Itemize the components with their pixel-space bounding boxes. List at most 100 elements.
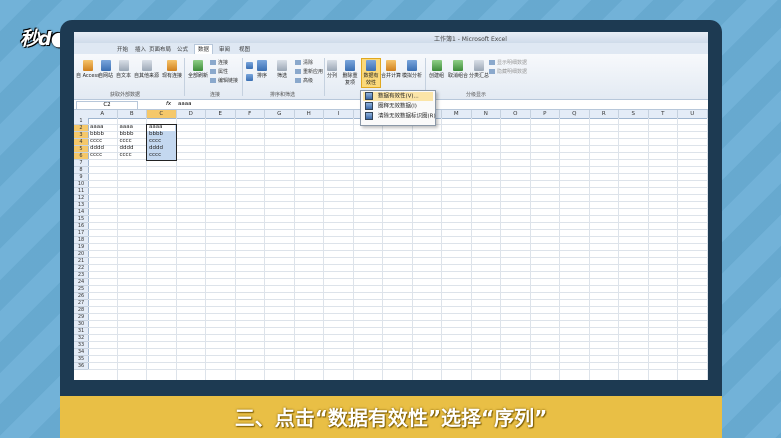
what-if-analysis-button[interactable]: 模拟分析 — [402, 60, 422, 79]
menu-item-data-validation[interactable]: 数据有效性(V)... — [363, 92, 433, 101]
row-header[interactable]: 2 — [74, 125, 89, 132]
column-header-p[interactable]: P — [530, 110, 560, 119]
tab-page-layout[interactable]: 页面布局 — [146, 45, 174, 53]
menu-item-circle-invalid[interactable]: 圈释无效数据(I) — [363, 102, 433, 111]
row-header[interactable]: 21 — [74, 258, 89, 265]
sort-za-button[interactable] — [246, 74, 253, 82]
cell[interactable]: bbbb — [147, 131, 176, 138]
row-header[interactable]: 15 — [74, 216, 89, 223]
cell[interactable]: aaaa — [88, 124, 117, 131]
row-header[interactable]: 36 — [74, 363, 89, 370]
row-header[interactable]: 3 — [74, 132, 89, 139]
row-header[interactable]: 13 — [74, 202, 89, 209]
row-header[interactable]: 34 — [74, 349, 89, 356]
cell[interactable]: cccc — [88, 152, 117, 159]
column-header-r[interactable]: R — [589, 110, 619, 119]
row-header[interactable]: 6 — [74, 153, 89, 160]
text-to-columns-button[interactable]: 分列 — [327, 60, 337, 79]
row-header[interactable]: 20 — [74, 251, 89, 258]
row-header[interactable]: 17 — [74, 230, 89, 237]
ungroup-button[interactable]: 取消组合 — [448, 60, 468, 79]
existing-connections-button[interactable]: 现有连接 — [162, 60, 182, 79]
row-header[interactable]: 23 — [74, 272, 89, 279]
column-header-u[interactable]: U — [678, 110, 708, 119]
sort-button[interactable]: 排序 — [257, 60, 267, 79]
row-header[interactable]: 18 — [74, 237, 89, 244]
column-header-n[interactable]: N — [471, 110, 501, 119]
from-text-button[interactable]: 自文本 — [116, 60, 131, 79]
hide-detail-button[interactable]: 隐藏明细数据 — [489, 68, 527, 75]
row-header[interactable]: 10 — [74, 181, 89, 188]
properties-button[interactable]: 属性 — [210, 68, 228, 75]
subtotal-button[interactable]: 分类汇总 — [469, 60, 489, 79]
cell[interactable]: aaaa — [118, 124, 147, 131]
column-header-i[interactable]: I — [324, 110, 354, 119]
column-header-e[interactable]: E — [206, 110, 236, 119]
cell[interactable]: cccc — [88, 138, 117, 145]
tab-home[interactable]: 开始 — [114, 45, 131, 53]
filter-button[interactable]: 筛选 — [277, 60, 287, 79]
column-header-c[interactable]: C — [147, 110, 177, 119]
row-header[interactable]: 7 — [74, 160, 89, 167]
formula-input[interactable]: aaaa — [178, 101, 191, 107]
sort-az-button[interactable] — [246, 62, 253, 70]
row-header[interactable]: 11 — [74, 188, 89, 195]
row-header[interactable]: 26 — [74, 293, 89, 300]
row-header[interactable]: 4 — [74, 139, 89, 146]
edit-links-button[interactable]: 编辑链接 — [210, 77, 238, 84]
row-header[interactable]: 8 — [74, 167, 89, 174]
row-header[interactable]: 31 — [74, 328, 89, 335]
tab-review[interactable]: 审阅 — [216, 45, 233, 53]
row-header[interactable]: 25 — [74, 286, 89, 293]
column-header-f[interactable]: F — [235, 110, 265, 119]
row-header[interactable]: 29 — [74, 314, 89, 321]
column-header-g[interactable]: G — [265, 110, 295, 119]
tab-view[interactable]: 视图 — [236, 45, 253, 53]
row-header[interactable]: 22 — [74, 265, 89, 272]
from-access-button[interactable]: 自 Access — [76, 60, 100, 79]
row-header[interactable]: 24 — [74, 279, 89, 286]
cell[interactable]: dddd — [147, 145, 176, 152]
column-header-a[interactable]: A — [88, 110, 118, 119]
cell[interactable]: cccc — [118, 152, 147, 159]
menu-item-clear-circles[interactable]: 清除无效数据标识圈(R) — [363, 112, 436, 121]
insert-function-icon[interactable]: fx — [166, 101, 171, 107]
column-header-t[interactable]: T — [648, 110, 678, 119]
row-header[interactable]: 12 — [74, 195, 89, 202]
row-header[interactable]: 30 — [74, 321, 89, 328]
cell[interactable]: bbbb — [118, 131, 147, 138]
column-header-m[interactable]: M — [442, 110, 472, 119]
group-button[interactable]: 创建组 — [429, 60, 444, 79]
clear-filter-button[interactable]: 清除 — [295, 59, 313, 66]
row-header[interactable]: 9 — [74, 174, 89, 181]
remove-duplicates-button[interactable]: 删除重复项 — [342, 60, 358, 86]
row-header[interactable]: 1 — [74, 118, 89, 125]
worksheet-grid[interactable]: ABCDEFGHIJKLMNOPQRSTU1234567891011121314… — [74, 110, 708, 380]
column-header-d[interactable]: D — [176, 110, 206, 119]
cell[interactable]: dddd — [88, 145, 117, 152]
reapply-button[interactable]: 重新应用 — [295, 68, 323, 75]
cell[interactable]: cccc — [118, 138, 147, 145]
row-header[interactable]: 32 — [74, 335, 89, 342]
show-detail-button[interactable]: 显示明细数据 — [489, 59, 527, 66]
cell[interactable]: bbbb — [88, 131, 117, 138]
row-header[interactable]: 35 — [74, 356, 89, 363]
row-header[interactable]: 14 — [74, 209, 89, 216]
name-box[interactable]: C2 — [76, 101, 138, 110]
column-header-h[interactable]: H — [294, 110, 324, 119]
column-header-q[interactable]: Q — [560, 110, 590, 119]
cell[interactable]: cccc — [147, 152, 176, 159]
advanced-filter-button[interactable]: 高级 — [295, 77, 313, 84]
connections-button[interactable]: 连接 — [210, 59, 228, 66]
column-header-o[interactable]: O — [501, 110, 531, 119]
refresh-all-button[interactable]: 全部刷新 — [188, 60, 208, 79]
column-header-b[interactable]: B — [117, 110, 147, 119]
from-other-sources-button[interactable]: 自其他来源 — [134, 60, 159, 79]
row-header[interactable]: 33 — [74, 342, 89, 349]
row-header[interactable]: 28 — [74, 307, 89, 314]
cell[interactable]: dddd — [118, 145, 147, 152]
tab-data[interactable]: 数据 — [194, 44, 214, 54]
data-validation-button[interactable]: 数据有效性 — [361, 58, 381, 88]
consolidate-button[interactable]: 合并计算 — [381, 60, 401, 79]
from-web-button[interactable]: 自网站 — [98, 60, 113, 79]
